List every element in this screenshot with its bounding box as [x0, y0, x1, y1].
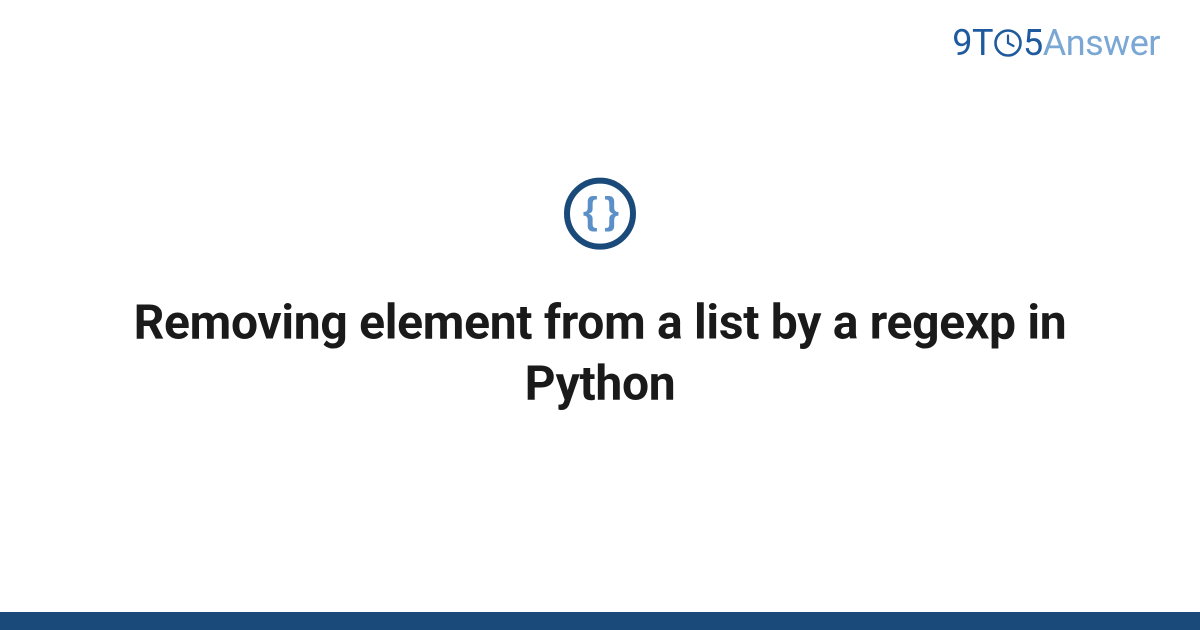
logo-text-5: 5	[1023, 22, 1043, 64]
category-icon-circle: { }	[564, 178, 636, 250]
code-braces-icon: { }	[583, 193, 617, 235]
page-title: Removing element from a list by a regexp…	[60, 292, 1140, 415]
logo-text-9t: 9T	[952, 22, 993, 64]
logo-clock-icon	[993, 28, 1023, 58]
hero-content: { } Removing element from a list by a re…	[0, 178, 1200, 415]
footer-accent-bar	[0, 612, 1200, 630]
logo-text-answer: Answer	[1043, 22, 1160, 64]
site-logo: 9T 5Answer	[952, 22, 1160, 64]
